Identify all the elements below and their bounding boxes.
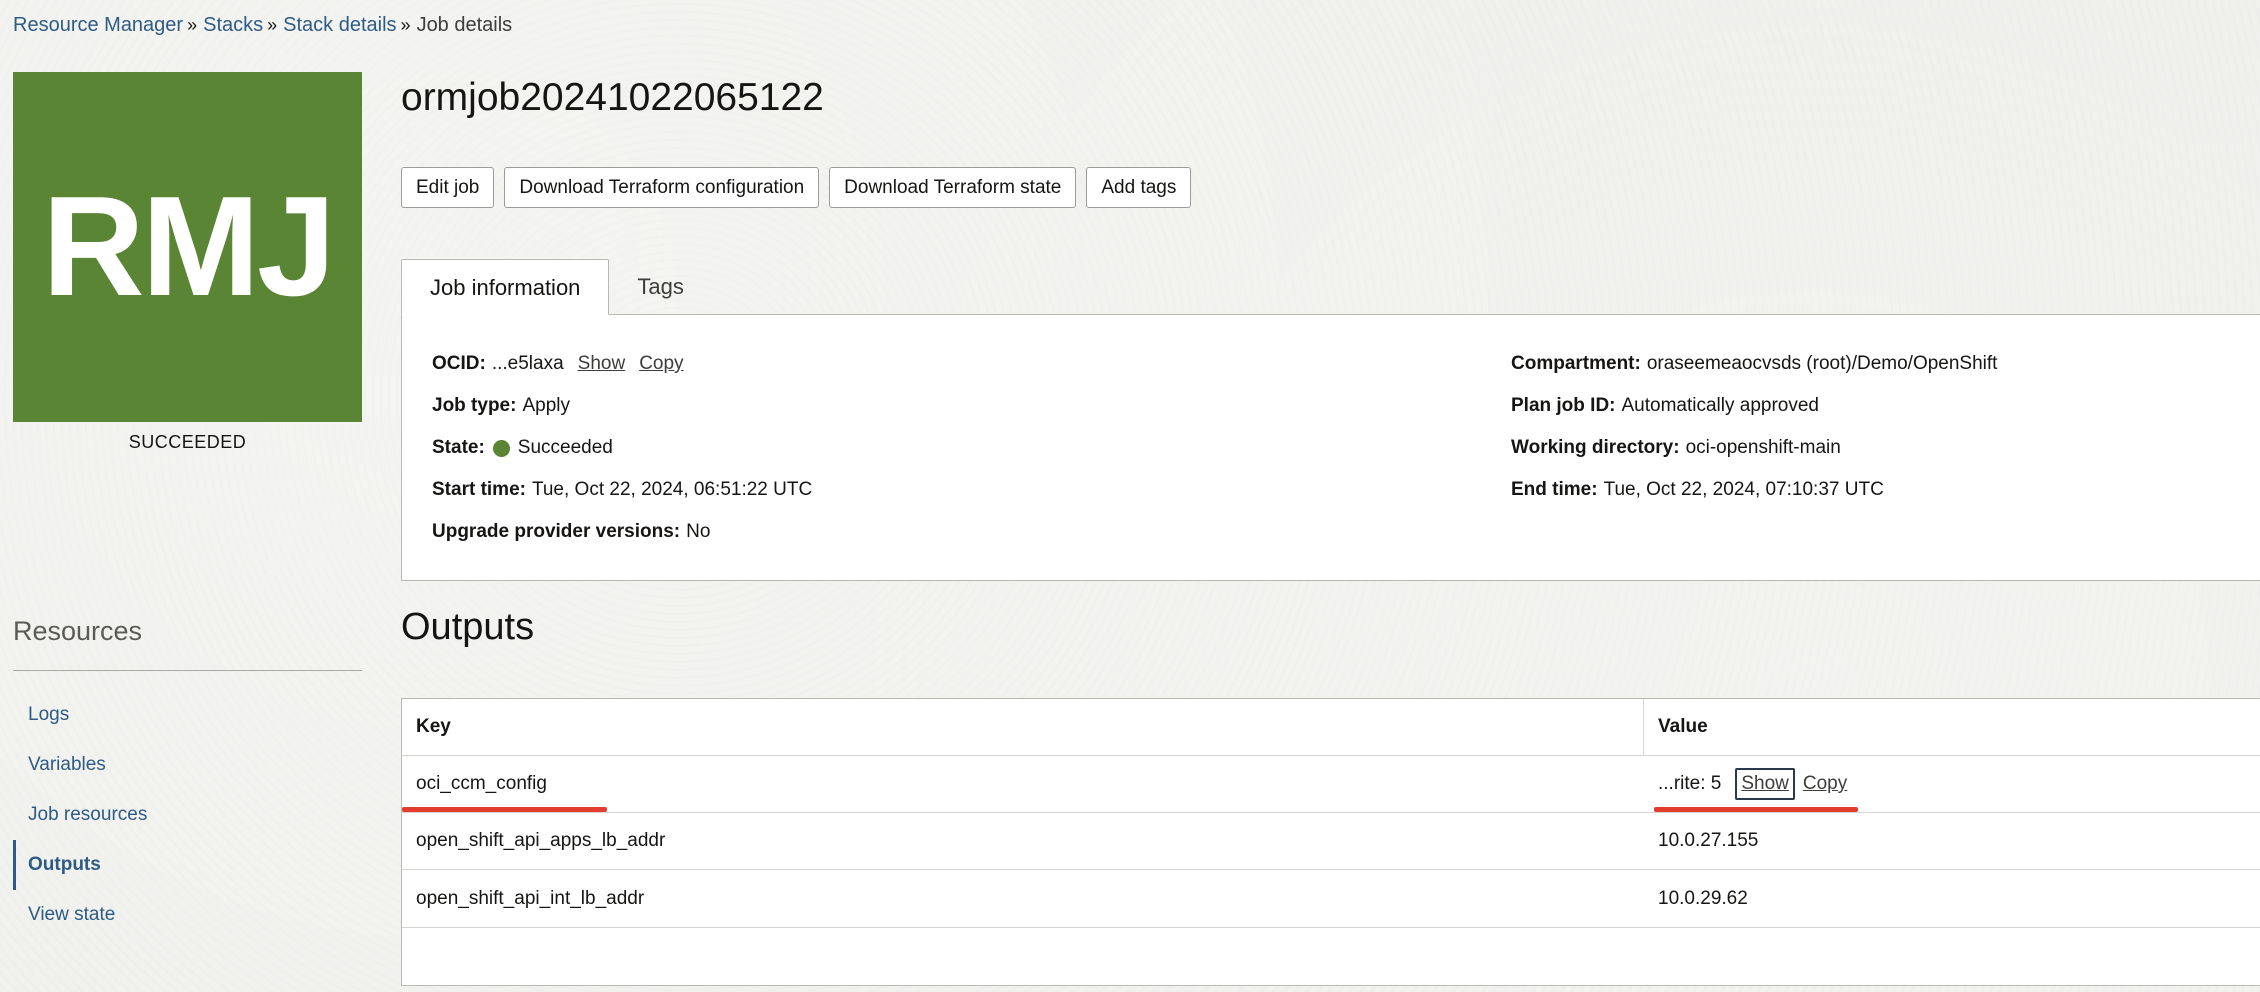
output-key: open_shift_api_apps_lb_addr <box>416 830 666 851</box>
table-row: oci_ccm_config ...rite: 5 Show Copy <box>402 756 2260 813</box>
table-header-row: Key Value <box>402 699 2260 756</box>
tab-job-information[interactable]: Job information <box>401 259 610 315</box>
state-indicator-icon <box>492 439 510 457</box>
resources-nav: Logs Variables Job resources Outputs Vie… <box>13 690 362 940</box>
highlight-underline-value <box>1654 807 1858 812</box>
highlight-underline-key <box>402 807 607 812</box>
output-key: oci_ccm_config <box>416 773 547 794</box>
job-type-row: Job type: Apply <box>432 395 570 417</box>
start-time-row: Start time: Tue, Oct 22, 2024, 06:51:22 … <box>432 479 812 501</box>
page-title: ormjob20241022065122 <box>401 76 824 119</box>
plan-job-label: Plan job ID: <box>1511 395 1616 416</box>
plan-job-value: Automatically approved <box>1621 395 1820 416</box>
working-directory-value: oci-openshift-main <box>1685 437 1841 458</box>
table-row: open_shift_api_apps_lb_addr 10.0.27.155 <box>402 813 2260 870</box>
outputs-table: Key Value oci_ccm_config ...rite: 5 Show… <box>401 698 2260 986</box>
job-type-value: Apply <box>522 395 570 416</box>
ocid-row: OCID: ...e5laxa Show Copy <box>432 353 684 375</box>
output-value: ...rite: 5 <box>1658 773 1722 794</box>
ocid-value: ...e5laxa <box>491 353 564 374</box>
output-value: 10.0.27.155 <box>1658 830 1759 851</box>
badge-status: SUCCEEDED <box>128 432 247 452</box>
tab-tags[interactable]: Tags <box>609 259 711 315</box>
outputs-title: Outputs <box>401 606 535 648</box>
working-directory-row: Working directory: oci-openshift-main <box>1511 437 1841 459</box>
resources-title: Resources <box>13 616 143 646</box>
toolbar: Edit job Download Terraform configuratio… <box>401 167 1192 208</box>
end-time-row: End time: Tue, Oct 22, 2024, 07:10:37 UT… <box>1511 479 1884 501</box>
resources-item-outputs[interactable]: Outputs <box>13 840 362 890</box>
compartment-label: Compartment: <box>1511 353 1641 374</box>
start-time-value: Tue, Oct 22, 2024, 06:51:22 UTC <box>531 479 813 500</box>
job-type-label: Job type: <box>432 395 517 416</box>
end-time-label: End time: <box>1511 479 1598 500</box>
output-copy-link[interactable]: Copy <box>1803 773 1847 795</box>
breadcrumb-stacks[interactable]: Stacks <box>203 14 263 37</box>
upgrade-provider-row: Upgrade provider versions: No <box>432 521 710 543</box>
download-terraform-state-button[interactable]: Download Terraform state <box>829 167 1077 208</box>
job-information-panel: OCID: ...e5laxa Show Copy Job type: Appl… <box>401 314 2260 581</box>
plan-job-row: Plan job ID: Automatically approved <box>1511 395 1819 417</box>
working-directory-label: Working directory: <box>1511 437 1680 458</box>
column-header-value: Value <box>1658 716 1708 737</box>
breadcrumb-separator: » <box>267 15 278 35</box>
compartment-value: oraseemeaocvsds (root)/Demo/OpenShift <box>1646 353 1998 374</box>
state-row: State: Succeeded <box>432 437 613 459</box>
breadcrumb-separator: » <box>400 15 411 35</box>
start-time-label: Start time: <box>432 479 526 500</box>
breadcrumb-separator: » <box>187 15 198 35</box>
upgrade-provider-value: No <box>686 521 711 542</box>
ocid-show-link[interactable]: Show <box>578 353 626 375</box>
upgrade-provider-label: Upgrade provider versions: <box>432 521 681 542</box>
ocid-copy-link[interactable]: Copy <box>639 353 683 375</box>
output-show-link[interactable]: Show <box>1735 768 1795 800</box>
tabs: Job information Tags <box>401 259 712 315</box>
resources-item-logs[interactable]: Logs <box>13 690 362 740</box>
column-header-key: Key <box>416 716 451 737</box>
download-terraform-config-button[interactable]: Download Terraform configuration <box>504 167 820 208</box>
job-badge: RMJ <box>13 72 362 422</box>
badge-initials: RMJ <box>42 167 336 326</box>
end-time-value: Tue, Oct 22, 2024, 07:10:37 UTC <box>1603 479 1884 500</box>
edit-job-button[interactable]: Edit job <box>401 167 495 208</box>
output-value: 10.0.29.62 <box>1658 887 1748 909</box>
compartment-row: Compartment: oraseemeaocvsds (root)/Demo… <box>1511 353 1997 375</box>
output-value-actions: ...rite: 5 Show Copy <box>1658 768 1847 800</box>
breadcrumb: Resource Manager » Stacks » Stack detail… <box>13 14 512 37</box>
resources-item-variables[interactable]: Variables <box>13 740 362 790</box>
add-tags-button[interactable]: Add tags <box>1086 167 1192 208</box>
column-divider <box>1643 699 1644 756</box>
ocid-label: OCID: <box>432 353 486 374</box>
breadcrumb-current: Job details <box>416 14 513 36</box>
state-value: Succeeded <box>517 437 613 458</box>
resources-divider <box>13 670 362 671</box>
breadcrumb-stack-details[interactable]: Stack details <box>283 14 396 37</box>
breadcrumb-resource-manager[interactable]: Resource Manager <box>13 14 183 37</box>
output-value-cell: ...rite: 5 Show Copy <box>1644 756 1847 812</box>
resources-item-view-state[interactable]: View state <box>13 890 362 940</box>
output-key: open_shift_api_int_lb_addr <box>416 887 645 909</box>
resources-item-job-resources[interactable]: Job resources <box>13 790 362 840</box>
state-label: State: <box>432 437 485 458</box>
table-row: open_shift_api_int_lb_addr 10.0.29.62 <box>402 870 2260 928</box>
